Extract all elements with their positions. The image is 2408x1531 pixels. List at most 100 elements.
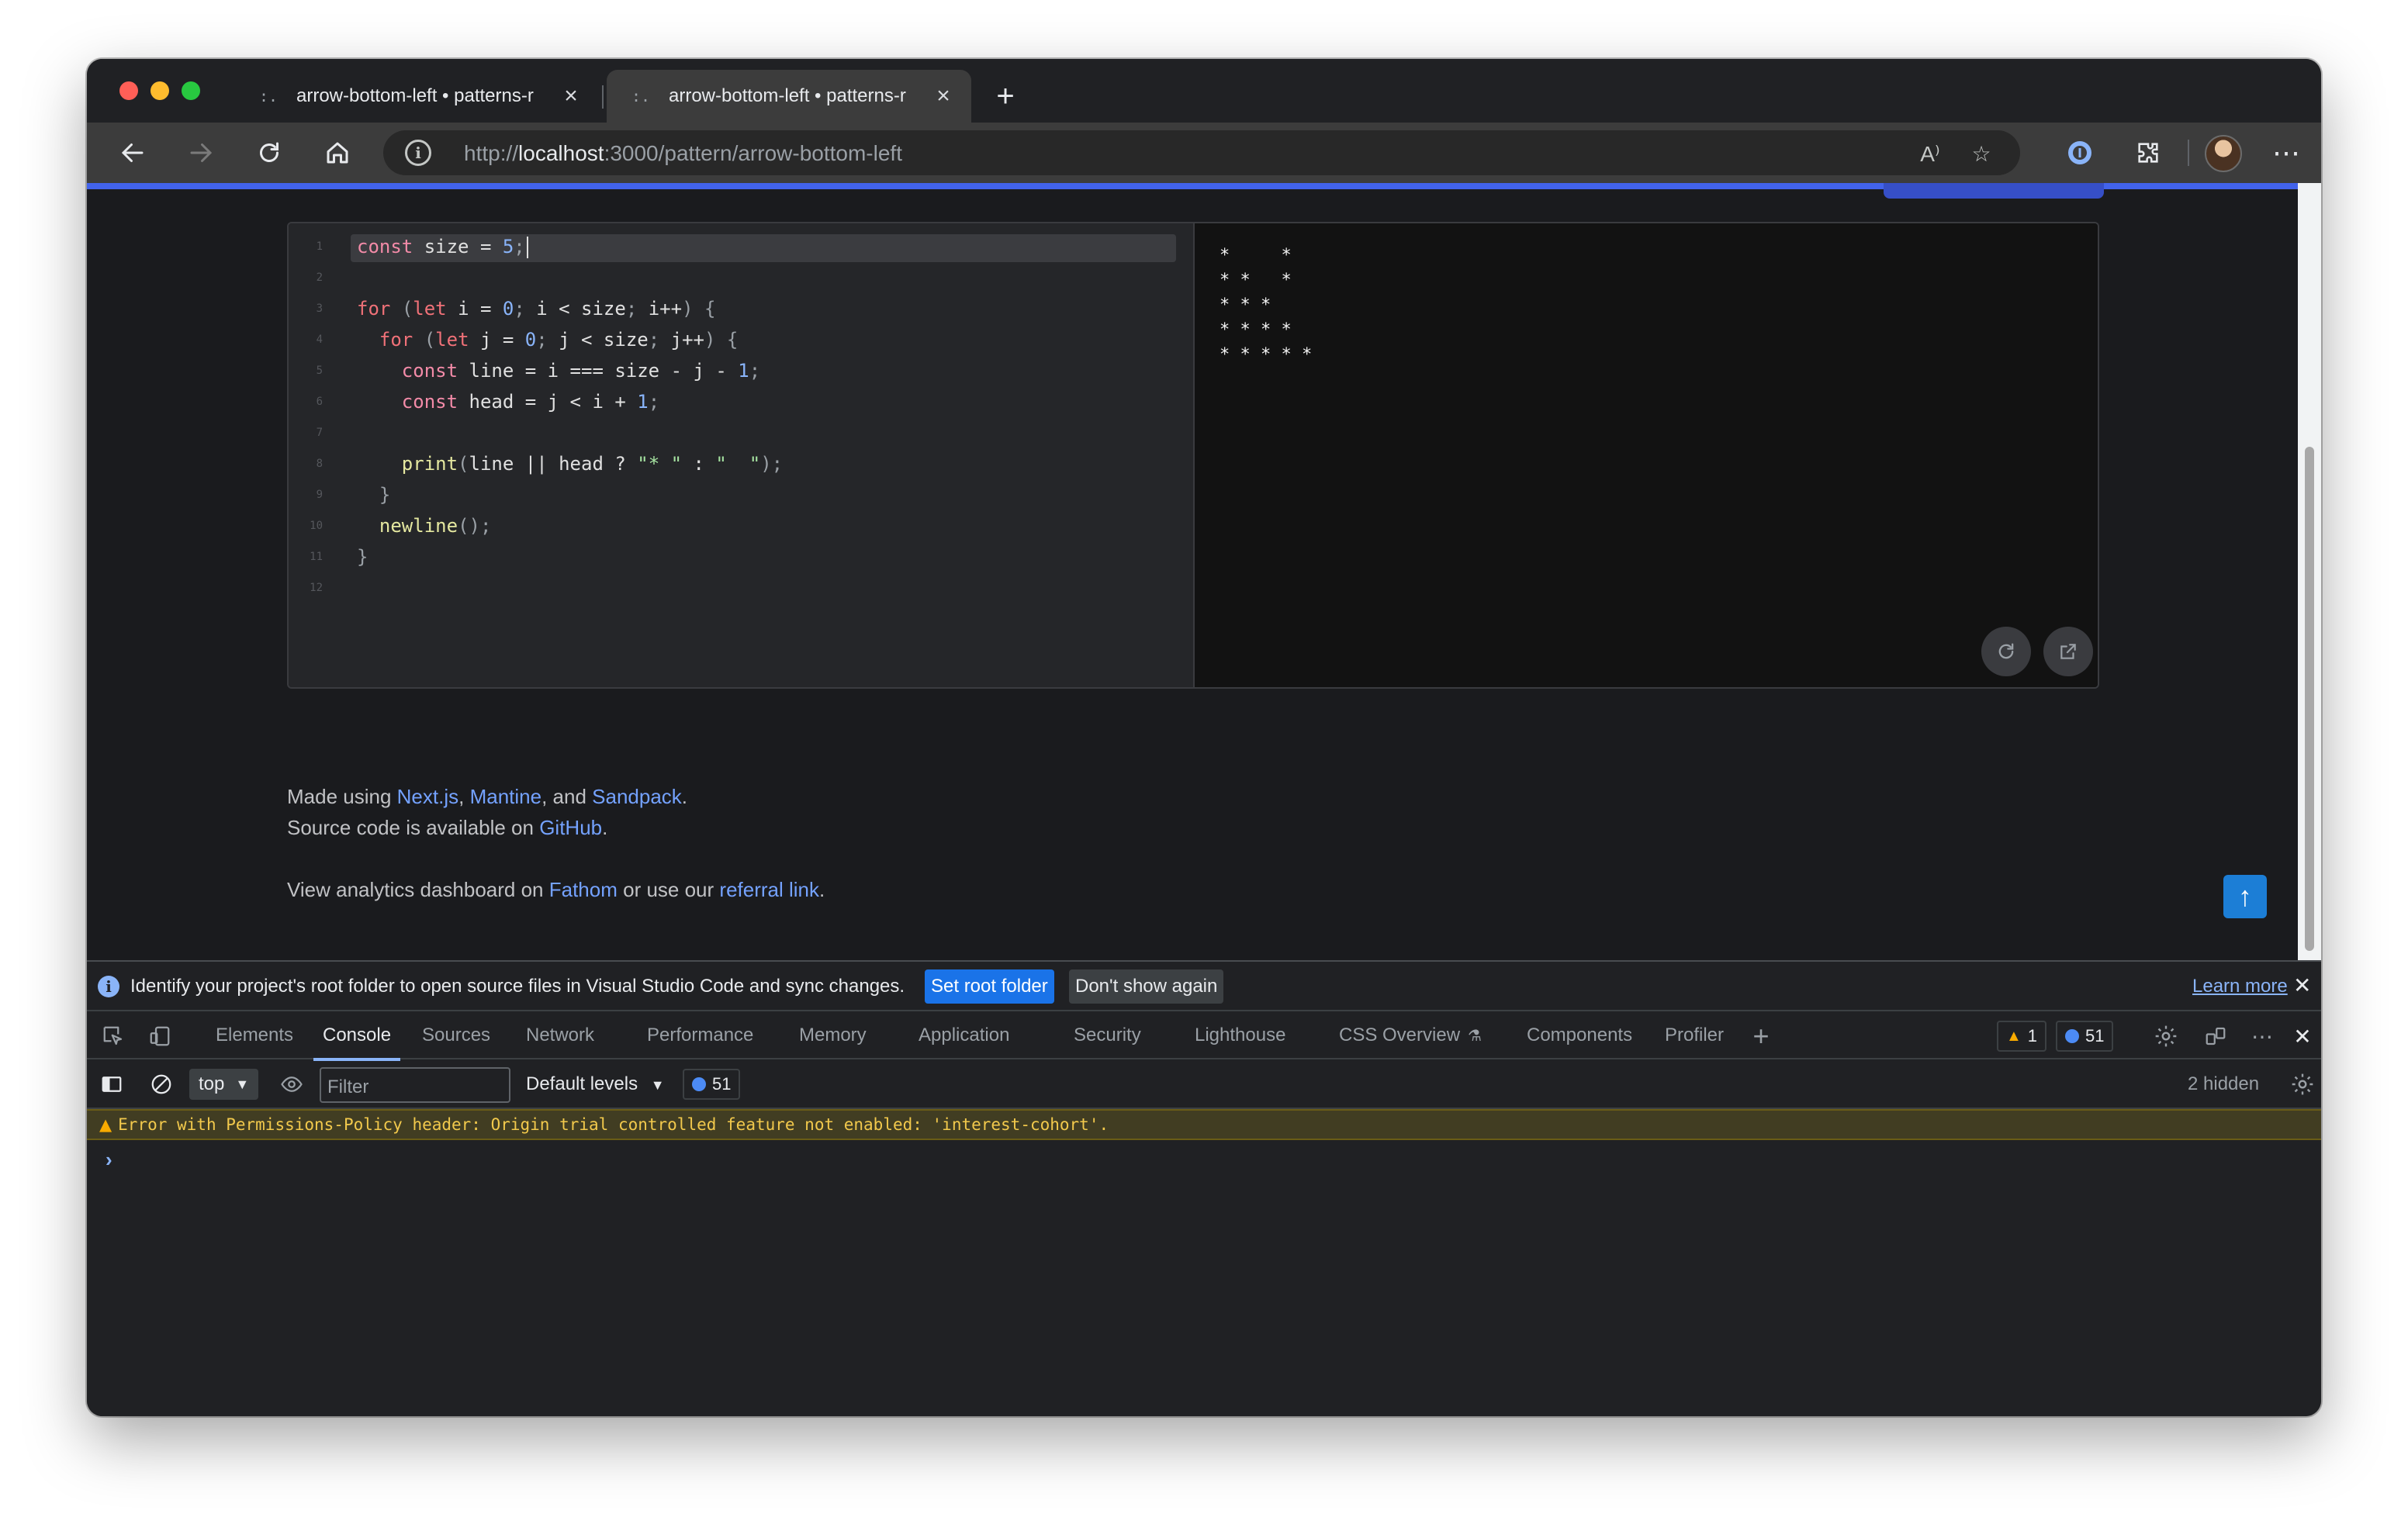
minimize-window-button[interactable] bbox=[150, 81, 169, 100]
referral-link[interactable]: referral link bbox=[719, 878, 819, 901]
console-warning-row[interactable]: ▲ Error with Permissions-Policy header: … bbox=[87, 1109, 2321, 1140]
tab-console[interactable]: Console bbox=[313, 1011, 401, 1061]
warning-icon: ▲ bbox=[99, 1115, 112, 1134]
code-line: 1 const size = 5; bbox=[289, 231, 1193, 262]
console-prompt[interactable]: › bbox=[106, 1148, 112, 1172]
sandpack-link[interactable]: Sandpack bbox=[592, 785, 682, 808]
read-aloud-icon[interactable]: A⁾ bbox=[1915, 138, 1946, 169]
more-menu-button[interactable]: ⋯ bbox=[2267, 133, 2306, 172]
forward-button[interactable] bbox=[182, 133, 220, 172]
page-content: 1 const size = 5; 2 3 for (let i = 0; i … bbox=[87, 183, 2321, 960]
more-options-icon[interactable]: ⋯ bbox=[2248, 1022, 2276, 1050]
learn-more-link[interactable]: Learn more bbox=[2192, 976, 2288, 997]
nextjs-link[interactable]: Next.js bbox=[397, 785, 458, 808]
code-editor[interactable]: 1 const size = 5; 2 3 for (let i = 0; i … bbox=[289, 223, 1195, 687]
devtools-panel: i Identify your project's root folder to… bbox=[87, 960, 2321, 1416]
scroll-to-top-button[interactable]: ↑ bbox=[2223, 875, 2267, 918]
profile-avatar[interactable] bbox=[2205, 135, 2242, 172]
clear-console-icon[interactable] bbox=[147, 1070, 175, 1098]
close-devtools-icon[interactable]: ✕ bbox=[2289, 1022, 2316, 1050]
toolbar-separator bbox=[2188, 140, 2189, 166]
close-infobar-icon[interactable]: ✕ bbox=[2293, 973, 2311, 998]
console-settings-gear-icon[interactable] bbox=[2289, 1070, 2316, 1098]
settings-gear-icon[interactable] bbox=[2152, 1022, 2180, 1050]
code-line: 5 const line = i === size - j - 1; bbox=[316, 360, 761, 382]
close-tab-icon[interactable]: × bbox=[559, 83, 583, 109]
browser-tab-2[interactable]: :. arrow-bottom-left • patterns-r × bbox=[607, 70, 971, 123]
tab-network[interactable]: Network bbox=[526, 1011, 594, 1059]
sidebar-toggle-icon[interactable] bbox=[98, 1070, 126, 1098]
code-line: 9 } bbox=[316, 484, 391, 506]
tab-css-overview[interactable]: CSS Overview ⚗ bbox=[1339, 1011, 1482, 1059]
favicon-icon: :. bbox=[258, 87, 279, 105]
home-icon bbox=[327, 142, 348, 164]
output-line: * * * * * bbox=[1220, 345, 1313, 365]
warning-message: Error with Permissions-Policy header: Or… bbox=[118, 1115, 1109, 1134]
favorite-star-icon[interactable]: ☆ bbox=[1966, 138, 1997, 169]
device-toolbar-icon[interactable] bbox=[146, 1022, 174, 1050]
fathom-link[interactable]: Fathom bbox=[549, 878, 618, 901]
tab-profiler[interactable]: Profiler bbox=[1665, 1011, 1724, 1059]
message-icon bbox=[2065, 1029, 2079, 1043]
maximize-window-button[interactable] bbox=[182, 81, 200, 100]
scrollbar-thumb[interactable] bbox=[2305, 447, 2314, 951]
inspect-element-icon[interactable] bbox=[99, 1022, 127, 1050]
close-window-button[interactable] bbox=[119, 81, 138, 100]
open-sandbox-button[interactable] bbox=[2043, 627, 2093, 676]
arrow-right-icon bbox=[190, 143, 213, 162]
tab-strip: :. arrow-bottom-left • patterns-r × :. a… bbox=[87, 59, 2321, 123]
refresh-preview-button[interactable] bbox=[1981, 627, 2031, 676]
close-tab-icon[interactable]: × bbox=[931, 83, 956, 109]
address-bar[interactable]: i http://localhost:3000/pattern/arrow-bo… bbox=[383, 130, 2020, 175]
tab-components[interactable]: Components bbox=[1527, 1011, 1632, 1059]
page-scrollbar[interactable] bbox=[2298, 183, 2321, 960]
experiment-flask-icon: ⚗ bbox=[1468, 1027, 1482, 1045]
tab-title: arrow-bottom-left • patterns-r bbox=[669, 85, 906, 106]
reload-icon bbox=[260, 142, 279, 162]
warnings-badge[interactable]: ▲ 1 bbox=[1997, 1021, 2047, 1052]
set-root-folder-button[interactable]: Set root folder bbox=[925, 969, 1054, 1004]
reload-button[interactable] bbox=[250, 133, 289, 172]
customize-devtools-icon[interactable] bbox=[2202, 1022, 2230, 1050]
tab-memory[interactable]: Memory bbox=[799, 1011, 867, 1059]
refresh-icon bbox=[1998, 643, 2014, 659]
extensions-button[interactable] bbox=[2129, 133, 2168, 172]
console-messages-badge[interactable]: 51 bbox=[683, 1069, 741, 1100]
tab-sources[interactable]: Sources bbox=[422, 1011, 490, 1059]
url-text[interactable]: http://localhost:3000/pattern/arrow-bott… bbox=[464, 141, 902, 166]
code-line: 2 bbox=[316, 271, 323, 284]
code-line: 7 bbox=[316, 427, 323, 439]
devtools-infobar: i Identify your project's root folder to… bbox=[87, 962, 2321, 1011]
mantine-link[interactable]: Mantine bbox=[470, 785, 542, 808]
messages-badge[interactable]: 51 bbox=[2056, 1021, 2114, 1052]
code-line: 12 bbox=[310, 582, 323, 594]
arrow-left-icon bbox=[121, 143, 144, 162]
browser-tab-1[interactable]: :. arrow-bottom-left • patterns-r × bbox=[234, 70, 599, 123]
new-tab-button[interactable]: + bbox=[988, 79, 1022, 113]
tab-elements[interactable]: Elements bbox=[216, 1011, 293, 1059]
message-icon bbox=[692, 1077, 706, 1091]
more-tabs-plus-icon[interactable]: + bbox=[1747, 1020, 1775, 1052]
code-line: 8 print(line || head ? "* " : " "); bbox=[316, 453, 784, 475]
browser-window: :. arrow-bottom-left • patterns-r × :. a… bbox=[87, 59, 2321, 1416]
console-filter-input[interactable]: Filter bbox=[320, 1067, 510, 1103]
password-manager-icon bbox=[2068, 141, 2091, 164]
favicon-icon: :. bbox=[631, 87, 651, 105]
sandpack-container: 1 const size = 5; 2 3 for (let i = 0; i … bbox=[287, 222, 2099, 689]
tab-performance[interactable]: Performance bbox=[647, 1011, 753, 1059]
log-levels-dropdown[interactable]: Default levels ▼ bbox=[526, 1073, 665, 1095]
back-button[interactable] bbox=[113, 133, 152, 172]
password-manager-button[interactable] bbox=[2060, 133, 2099, 172]
context-selector[interactable]: top ▼ bbox=[189, 1069, 259, 1100]
tab-security[interactable]: Security bbox=[1074, 1011, 1141, 1059]
console-toolbar: top ▼ Filter Default levels ▼ 51 2 hidde… bbox=[87, 1059, 2321, 1109]
home-button[interactable] bbox=[318, 133, 357, 172]
site-info-icon[interactable]: i bbox=[405, 140, 431, 166]
github-link[interactable]: GitHub bbox=[539, 816, 602, 839]
code-line: 11 } bbox=[310, 546, 368, 568]
live-expression-eye-icon[interactable] bbox=[278, 1070, 306, 1098]
header-button-edge[interactable] bbox=[1884, 183, 2104, 199]
dont-show-again-button[interactable]: Don't show again bbox=[1069, 969, 1224, 1004]
tab-application[interactable]: Application bbox=[919, 1011, 1009, 1059]
tab-lighthouse[interactable]: Lighthouse bbox=[1195, 1011, 1285, 1059]
